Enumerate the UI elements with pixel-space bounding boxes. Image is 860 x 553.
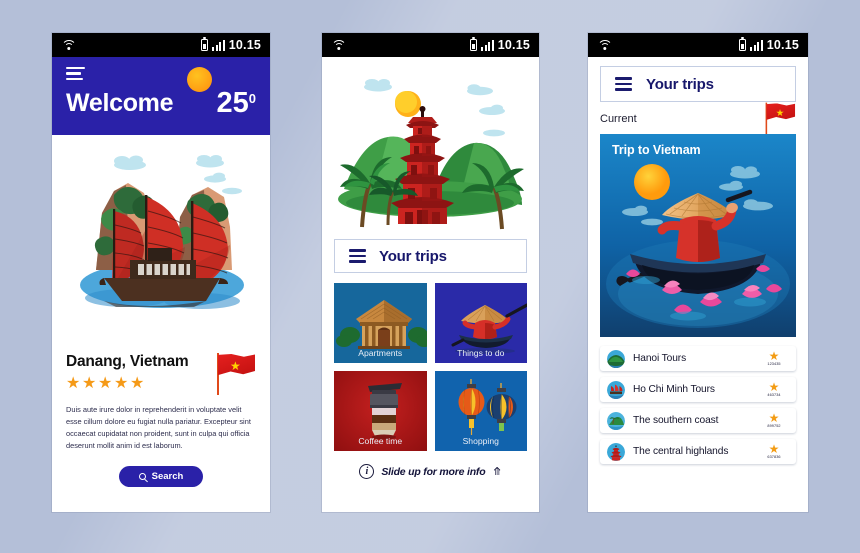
vietnam-flag-icon: ★ (763, 102, 796, 136)
status-time: 10.15 (228, 38, 261, 52)
status-time: 10.15 (766, 38, 799, 52)
your-trips-title: Your trips (379, 247, 447, 265)
rating-block: ★ 899752 (759, 411, 789, 428)
hamburger-menu-icon[interactable] (349, 248, 366, 264)
halong-bay-junk-boat-illustration (52, 135, 270, 345)
pagoda-icon (607, 442, 625, 461)
description-text: Duis aute irure dolor in reprehenderit i… (66, 405, 251, 450)
sun-icon (186, 67, 212, 93)
hamburger-menu-icon[interactable] (615, 76, 632, 92)
tile-coffee-time[interactable]: Coffee time (334, 371, 427, 451)
rating-block: ★ 123435 (759, 349, 789, 366)
list-item-label: Hanoi Tours (633, 353, 687, 364)
tile-label: Shopping (462, 436, 499, 446)
pagoda-palms-mountain-illustration (322, 57, 539, 230)
wifi-icon (331, 39, 346, 51)
tile-things-to-do[interactable]: Things to do (434, 283, 527, 363)
search-button-label: Search (151, 470, 184, 482)
junk-boat-icon (607, 380, 625, 399)
welcome-header: Welcome 25 0 (52, 57, 270, 135)
star-icon: ★ (768, 349, 780, 363)
signal-bars-icon (481, 39, 494, 51)
list-item[interactable]: Hanoi Tours ★ 123435 (600, 346, 796, 371)
star-icon: ★ (114, 375, 129, 392)
status-time: 10.15 (497, 38, 530, 52)
welcome-label: Welcome (66, 89, 174, 118)
battery-icon (201, 37, 209, 51)
star-icon: ★ (768, 411, 780, 425)
list-item[interactable]: Ho Chi Minh Tours ★ 463734 (600, 377, 796, 402)
mountain-lake-icon (607, 349, 625, 368)
section-label: Current (600, 113, 637, 125)
list-item[interactable]: The southern coast ★ 899752 (600, 408, 796, 433)
tile-label: Apartments (358, 348, 403, 358)
phone-screen-welcome: 10.15 Welcome 25 0 Danang, Vietnam ★ ★ ★… (52, 33, 270, 512)
phone-screen-your-trips: 10.15 Your trips Apartments Things to do… (322, 33, 539, 512)
rating-stars: ★ ★ ★ ★ ★ (66, 375, 188, 392)
info-icon: i (359, 464, 375, 479)
list-item-label: The southern coast (633, 415, 719, 426)
signal-bars-icon (750, 39, 763, 51)
list-item-label: Ho Chi Minh Tours (633, 384, 715, 395)
wifi-icon (597, 39, 612, 51)
tile-label: Coffee time (358, 436, 403, 446)
rating-count: 637836 (767, 455, 781, 459)
hamburger-menu-icon[interactable] (66, 67, 256, 81)
rating-block: ★ 463734 (759, 380, 789, 397)
coast-palms-icon (607, 411, 625, 430)
star-icon: ★ (768, 442, 780, 456)
trip-title: Trip to Vietnam (612, 143, 701, 157)
your-trips-header-bar[interactable]: Your trips (334, 239, 527, 273)
magnifier-icon (138, 472, 146, 480)
phone-screen-trip-details: 10.15 Your trips Current ★ Trip to Vietn… (588, 33, 808, 512)
rating-count: 463734 (767, 393, 781, 397)
weather-widget: 25 0 (186, 67, 256, 120)
star-icon: ★ (98, 375, 113, 392)
tour-list: Hanoi Tours ★ 123435 Ho Chi Minh Tours ★ (588, 337, 808, 464)
status-bar: 10.15 (588, 33, 808, 57)
rating-block: ★ 637836 (759, 442, 789, 459)
vietnam-flag-icon: ★ (214, 353, 256, 395)
battery-icon (739, 37, 747, 51)
star-icon: ★ (82, 375, 97, 392)
signal-bars-icon (212, 39, 225, 51)
tile-label: Things to do (457, 348, 505, 358)
search-button[interactable]: Search (118, 465, 204, 487)
star-icon: ★ (66, 375, 81, 392)
current-section-header: Current ★ (588, 102, 808, 136)
list-item-label: The central highlands (633, 446, 729, 457)
battery-icon (470, 37, 478, 51)
star-icon: ★ (768, 380, 780, 394)
place-info-block: Danang, Vietnam ★ ★ ★ ★ ★ ★ Duis aute ir… (52, 345, 270, 487)
wifi-icon (61, 39, 76, 51)
chevron-up-icon[interactable]: ⤊ (492, 465, 501, 478)
your-trips-title: Your trips (646, 75, 714, 93)
status-bar: 10.15 (52, 33, 270, 57)
page-title: Danang, Vietnam (66, 353, 189, 370)
degree-symbol: 0 (248, 91, 256, 107)
tile-apartments[interactable]: Apartments (334, 283, 427, 363)
list-item[interactable]: The central highlands ★ 637836 (600, 439, 796, 464)
rating-count: 123435 (767, 362, 781, 366)
slide-up-footer[interactable]: i Slide up for more info ⤊ (322, 464, 539, 479)
status-bar: 10.15 (322, 33, 539, 57)
slide-up-label: Slide up for more info (381, 465, 486, 478)
category-tile-grid: Apartments Things to do Coffee time Shop… (322, 273, 539, 451)
tile-shopping[interactable]: Shopping (434, 371, 527, 451)
your-trips-header-bar[interactable]: Your trips (600, 66, 796, 102)
rating-count: 899752 (767, 424, 781, 428)
temperature-value: 25 (216, 87, 249, 120)
star-icon: ★ (130, 375, 145, 392)
woman-rowing-boat-lotus-illustration[interactable]: Trip to Vietnam (600, 134, 796, 337)
